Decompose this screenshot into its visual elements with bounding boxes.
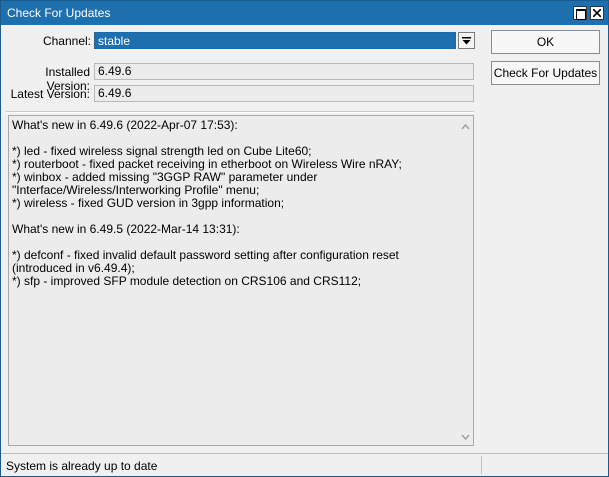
chevron-down-icon[interactable] xyxy=(458,32,475,49)
latest-version-label: Latest Version: xyxy=(10,87,90,101)
maximize-icon[interactable] xyxy=(573,6,587,20)
check-for-updates-window: Check For Updates Channel: stable Instal… xyxy=(0,0,609,477)
channel-select-value[interactable]: stable xyxy=(94,32,456,49)
latest-version-field: 6.49.6 xyxy=(94,85,474,102)
window-title: Check For Updates xyxy=(7,6,111,20)
changelog-text: What's new in 6.49.6 (2022-Apr-07 17:53)… xyxy=(12,118,402,288)
channel-select[interactable]: stable xyxy=(94,32,477,49)
changelog-scrollbar[interactable] xyxy=(459,118,472,443)
installed-version-field: 6.49.6 xyxy=(94,63,474,80)
separator xyxy=(6,111,474,113)
title-bar[interactable]: Check For Updates xyxy=(1,1,608,25)
scroll-up-icon[interactable] xyxy=(459,121,472,133)
status-bar: System is already up to date xyxy=(1,453,608,476)
channel-label: Channel: xyxy=(42,34,91,48)
changelog-textarea[interactable]: What's new in 6.49.6 (2022-Apr-07 17:53)… xyxy=(8,115,474,446)
ok-button[interactable]: OK xyxy=(491,30,600,54)
status-text: System is already up to date xyxy=(6,459,158,473)
check-for-updates-button[interactable]: Check For Updates xyxy=(491,61,600,85)
scroll-down-icon[interactable] xyxy=(459,431,472,443)
status-divider xyxy=(481,456,482,474)
close-icon[interactable] xyxy=(590,6,604,20)
